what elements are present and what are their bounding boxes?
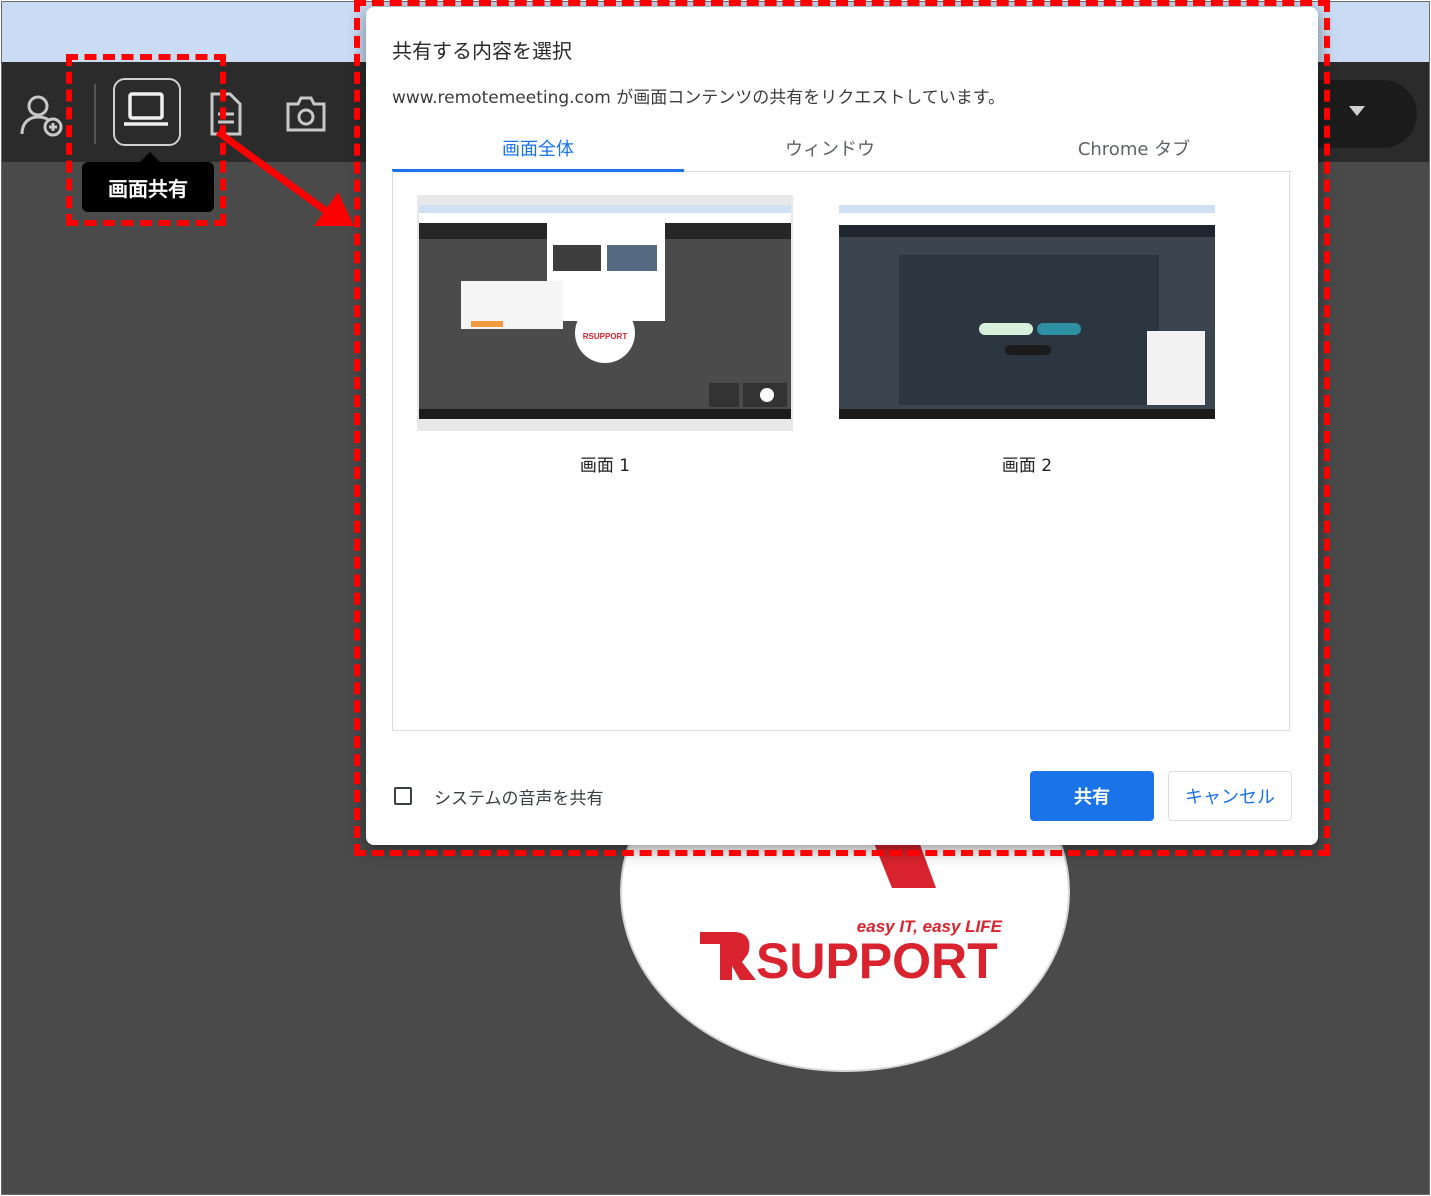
dialog-highlight-box xyxy=(354,0,1330,856)
add-participant-icon[interactable] xyxy=(18,90,66,138)
pointer-arrow-icon xyxy=(215,129,354,226)
toolbar-highlight-box xyxy=(66,54,226,226)
dropdown-arrow-icon xyxy=(1349,106,1365,116)
svg-text:SUPPORT: SUPPORT xyxy=(756,933,998,989)
